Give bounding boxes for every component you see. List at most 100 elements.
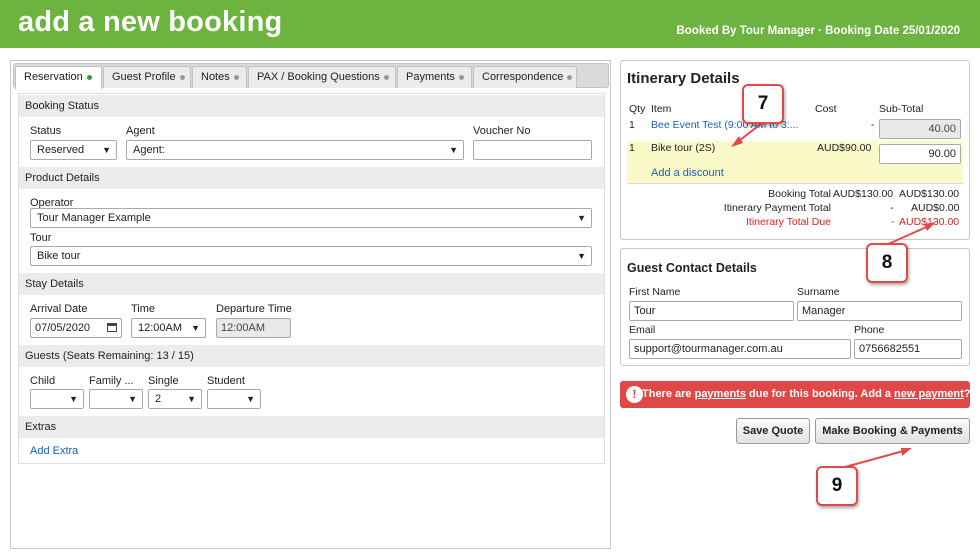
child-label: Child <box>30 375 56 387</box>
row-subtotal-input[interactable]: 90.00 <box>879 144 961 164</box>
first-name-input[interactable]: Tour <box>629 301 794 321</box>
agent-value: Agent: <box>133 144 165 156</box>
row-cost: AUD$90.00 <box>817 142 872 154</box>
tab-notes[interactable]: Notes <box>192 66 247 88</box>
calendar-icon[interactable] <box>107 323 117 332</box>
email-label: Email <box>629 324 656 336</box>
tour-value: Bike tour <box>37 250 81 262</box>
phone-input[interactable]: 0756682551 <box>854 339 962 359</box>
itinerary-panel: Itinerary Details Qty Item Cost Sub-Tota… <box>620 60 970 240</box>
tour-label: Tour <box>30 232 52 244</box>
arrival-value: 07/05/2020 <box>35 322 91 334</box>
departure-label: Departure Time <box>216 303 292 315</box>
add-extra-link[interactable]: Add Extra <box>30 445 78 457</box>
itinerary-title: Itinerary Details <box>627 70 740 87</box>
page-header: add a new booking Booked By Tour Manager… <box>0 0 980 48</box>
col-qty: Qty <box>629 103 646 115</box>
status-dot-icon <box>383 74 389 80</box>
tab-payments[interactable]: Payments <box>397 66 472 88</box>
tab-label: Notes <box>201 71 230 83</box>
reservation-panel: Reservation Guest Profile Notes PAX / Bo… <box>10 60 611 549</box>
booking-total-value-a: AUD$130.00 <box>833 188 894 200</box>
first-name-label: First Name <box>629 286 681 298</box>
col-cost: Cost <box>815 103 837 115</box>
single-label: Single <box>148 375 179 387</box>
arrival-label: Arrival Date <box>30 303 88 315</box>
booking-total-label: Booking Total <box>768 188 831 200</box>
agent-select[interactable]: Agent: ▼ <box>126 140 464 160</box>
dropdown-arrow-icon: ▼ <box>128 394 137 404</box>
reservation-form: Booking Status Status Reserved ▼ Agent Ag… <box>18 93 605 464</box>
tab-guest-profile[interactable]: Guest Profile <box>103 66 191 88</box>
tab-label: Correspondence <box>482 71 564 83</box>
surname-input[interactable]: Manager <box>797 301 962 321</box>
dropdown-arrow-icon: ▼ <box>577 213 586 223</box>
status-dot-icon <box>567 74 573 80</box>
alert-text: There are payments due for this booking.… <box>642 381 970 408</box>
child-select[interactable]: ▼ <box>30 389 84 409</box>
guest-contact-panel: Guest Contact Details First Name Tour Su… <box>620 248 970 366</box>
callout-9-arrow <box>844 449 908 468</box>
col-item: Item <box>651 103 672 115</box>
tab-bar: Reservation Guest Profile Notes PAX / Bo… <box>13 63 609 89</box>
new-payment-link[interactable]: new payment <box>894 388 964 400</box>
alert-text-part: ? <box>963 388 971 400</box>
callout-9: 9 <box>816 466 858 506</box>
section-stay-details: Stay Details <box>19 273 604 295</box>
page-title: add a new booking <box>18 6 283 38</box>
section-guests: Guests (Seats Remaining: 13 / 15) <box>19 345 604 367</box>
status-dot-icon <box>233 74 239 80</box>
section-booking-status: Booking Status <box>19 95 604 117</box>
divider <box>627 183 963 184</box>
family-select[interactable]: ▼ <box>89 389 143 409</box>
payment-total-value-a: - <box>890 202 894 214</box>
dropdown-arrow-icon: ▼ <box>69 394 78 404</box>
add-discount-link[interactable]: Add a discount <box>651 167 724 179</box>
status-dot-icon <box>458 74 464 80</box>
time-label: Time <box>131 303 156 315</box>
total-due-value-b: AUD$130.00 <box>899 216 960 228</box>
booking-total-value-b: AUD$130.00 <box>899 188 960 200</box>
tour-select[interactable]: Bike tour ▼ <box>30 246 592 266</box>
operator-value: Tour Manager Example <box>37 212 151 224</box>
row-qty: 1 <box>629 119 635 131</box>
callout-8: 8 <box>866 243 908 283</box>
arrival-date-input[interactable]: 07/05/2020 <box>30 318 122 338</box>
payments-link[interactable]: payments <box>695 388 746 400</box>
student-select[interactable]: ▼ <box>207 389 261 409</box>
dropdown-arrow-icon: ▼ <box>246 394 255 404</box>
single-select[interactable]: 2 ▼ <box>148 389 202 409</box>
time-select[interactable]: 12:00AM ▼ <box>131 318 206 338</box>
tab-label: Payments <box>406 71 455 83</box>
tab-correspondence[interactable]: Correspondence <box>473 66 577 88</box>
status-dot-icon <box>179 74 185 80</box>
voucher-input[interactable] <box>473 140 592 160</box>
col-subtotal: Sub-Total <box>879 103 924 115</box>
tab-pax-booking-questions[interactable]: PAX / Booking Questions <box>248 66 396 88</box>
tab-label: Reservation <box>24 71 83 83</box>
dropdown-arrow-icon: ▼ <box>187 394 196 404</box>
operator-select[interactable]: Tour Manager Example ▼ <box>30 208 592 228</box>
tab-label: PAX / Booking Questions <box>257 71 380 83</box>
payment-due-alert: ! There are payments due for this bookin… <box>620 381 970 408</box>
email-input[interactable]: support@tourmanager.com.au <box>629 339 851 359</box>
departure-time-field: 12:00AM <box>216 318 291 338</box>
total-due-label: Itinerary Total Due <box>745 216 831 228</box>
save-quote-button[interactable]: Save Quote <box>736 418 810 444</box>
row-item: Bike tour (2S) <box>651 142 716 154</box>
time-value: 12:00AM <box>138 322 183 334</box>
make-booking-payments-button[interactable]: Make Booking & Payments <box>815 418 970 444</box>
agent-label: Agent <box>126 125 155 137</box>
status-dot-icon <box>86 74 92 80</box>
payment-total-label: Itinerary Payment Total <box>723 202 831 214</box>
row-cost: - <box>871 119 875 131</box>
family-label: Family ... <box>89 375 134 387</box>
alert-exclamation-icon: ! <box>626 386 643 403</box>
status-select[interactable]: Reserved ▼ <box>30 140 117 160</box>
tab-reservation[interactable]: Reservation <box>15 66 102 89</box>
booking-meta: Booked By Tour Manager · Booking Date 25… <box>676 25 960 37</box>
row-qty: 1 <box>629 142 635 154</box>
dropdown-arrow-icon: ▼ <box>449 145 458 155</box>
student-label: Student <box>207 375 245 387</box>
voucher-label: Voucher No <box>473 125 531 137</box>
